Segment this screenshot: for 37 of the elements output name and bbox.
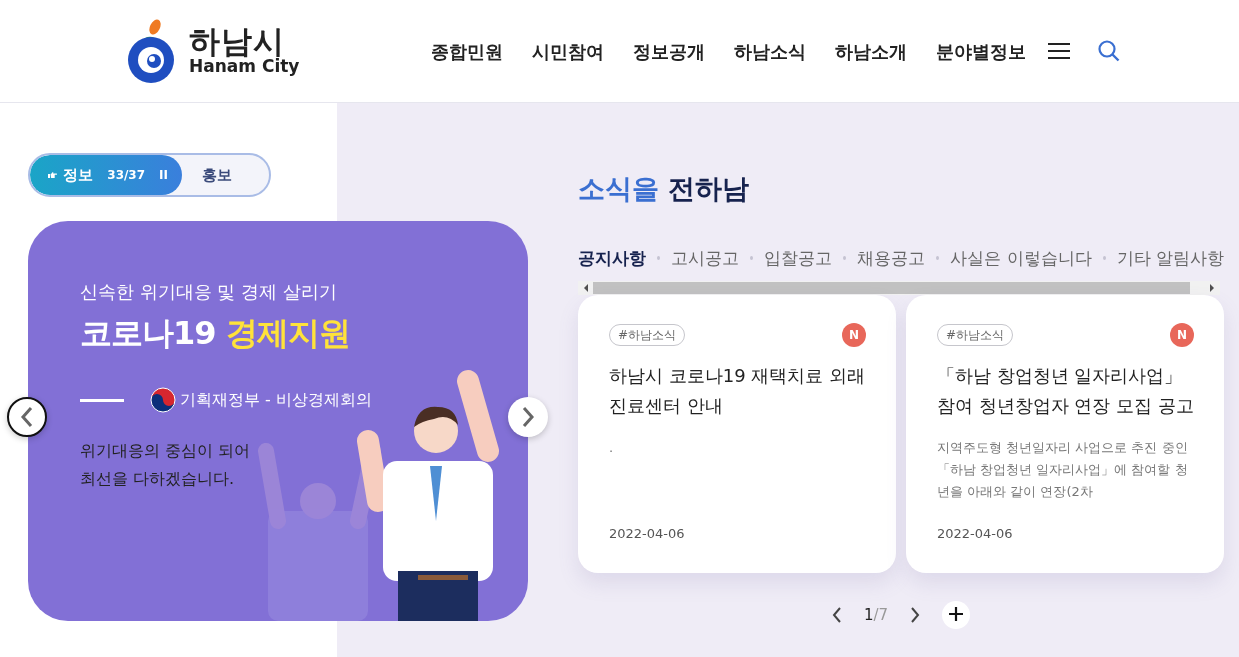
logo-text: 하남시 [189,26,285,58]
nav-link[interactable]: 종합민원 [431,37,504,65]
category-tab[interactable]: 채용공고 [857,245,926,271]
banner-subtitle: 신속한 위기대응 및 경제 살리기 [80,280,338,304]
logo-subtitle: Hanam City [189,57,300,76]
tab-label: 홍보 [202,164,232,186]
banner-text-line: 최선을 다하겠습니다. [80,468,236,490]
promo-tab[interactable]: 홍보 [182,155,232,195]
news-date: 2022-04-06 [609,524,686,543]
category-tab[interactable]: 사실은 이렇습니다 [950,245,1092,271]
news-title[interactable]: 「하남 창업청년 일자리사업」 참여 청년창업자 연장 모집 공고 [937,361,1194,421]
nav-link[interactable]: 분야별정보 [936,37,1027,65]
banner-text-line: 위기대응의 중심이 되어 [80,440,252,462]
category-tab[interactable]: 입찰공고 [764,245,833,271]
banner-source: 기획재정부 - 비상경제회의 [180,389,372,411]
news-card[interactable]: #하남소식 N 하남시 코로나19 재택치료 외래 진료센터 안내 . 2022-04-06 [578,295,896,573]
category-tab[interactable]: 고시공고 [671,245,740,271]
section-heading: 소식을 전하남 [578,172,751,206]
slide-counter: 33/37 [107,167,146,184]
tab-label: 정보 [63,164,94,186]
nav-link[interactable]: 시민참여 [532,37,605,65]
nav-link[interactable]: 하남소식 [734,37,807,65]
news-card[interactable]: #하남소식 N 「하남 창업청년 일자리사업」 참여 청년창업자 연장 모집 공고 지역주도형 청년일자리 사업으로 추진 중인 「하남 창업청년 일자리사업」에 참여할 청년을 아래와 같이 연장(2차 2022-04-06 [906,295,1224,573]
news-title[interactable]: 하남시 코로나19 재택치료 외래 진료센터 안내 [609,361,866,421]
nav-link[interactable]: 하남소개 [835,37,908,65]
news-summary: . [609,439,615,457]
promo-tab[interactable]: 정보 33/37 II [30,155,182,195]
page-indicator: 1/7 [863,604,889,626]
new-badge: N [1170,323,1194,347]
news-date: 2022-04-06 [937,524,1014,543]
nav-link[interactable]: 정보공개 [633,37,706,65]
news-summary: 지역주도형 청년일자리 사업으로 추진 중인 「하남 창업청년 일자리사업」에 참여할 청년을 아래와 같이 연장(2차 [937,439,1189,501]
banner-title: 코로나19 경제지원 [80,313,351,354]
category-tab[interactable]: 공지사항 [578,245,646,271]
pause-control[interactable]: II [159,166,168,184]
category-tab[interactable]: 기타 알림사항 [1116,245,1224,271]
new-badge: N [842,323,866,347]
